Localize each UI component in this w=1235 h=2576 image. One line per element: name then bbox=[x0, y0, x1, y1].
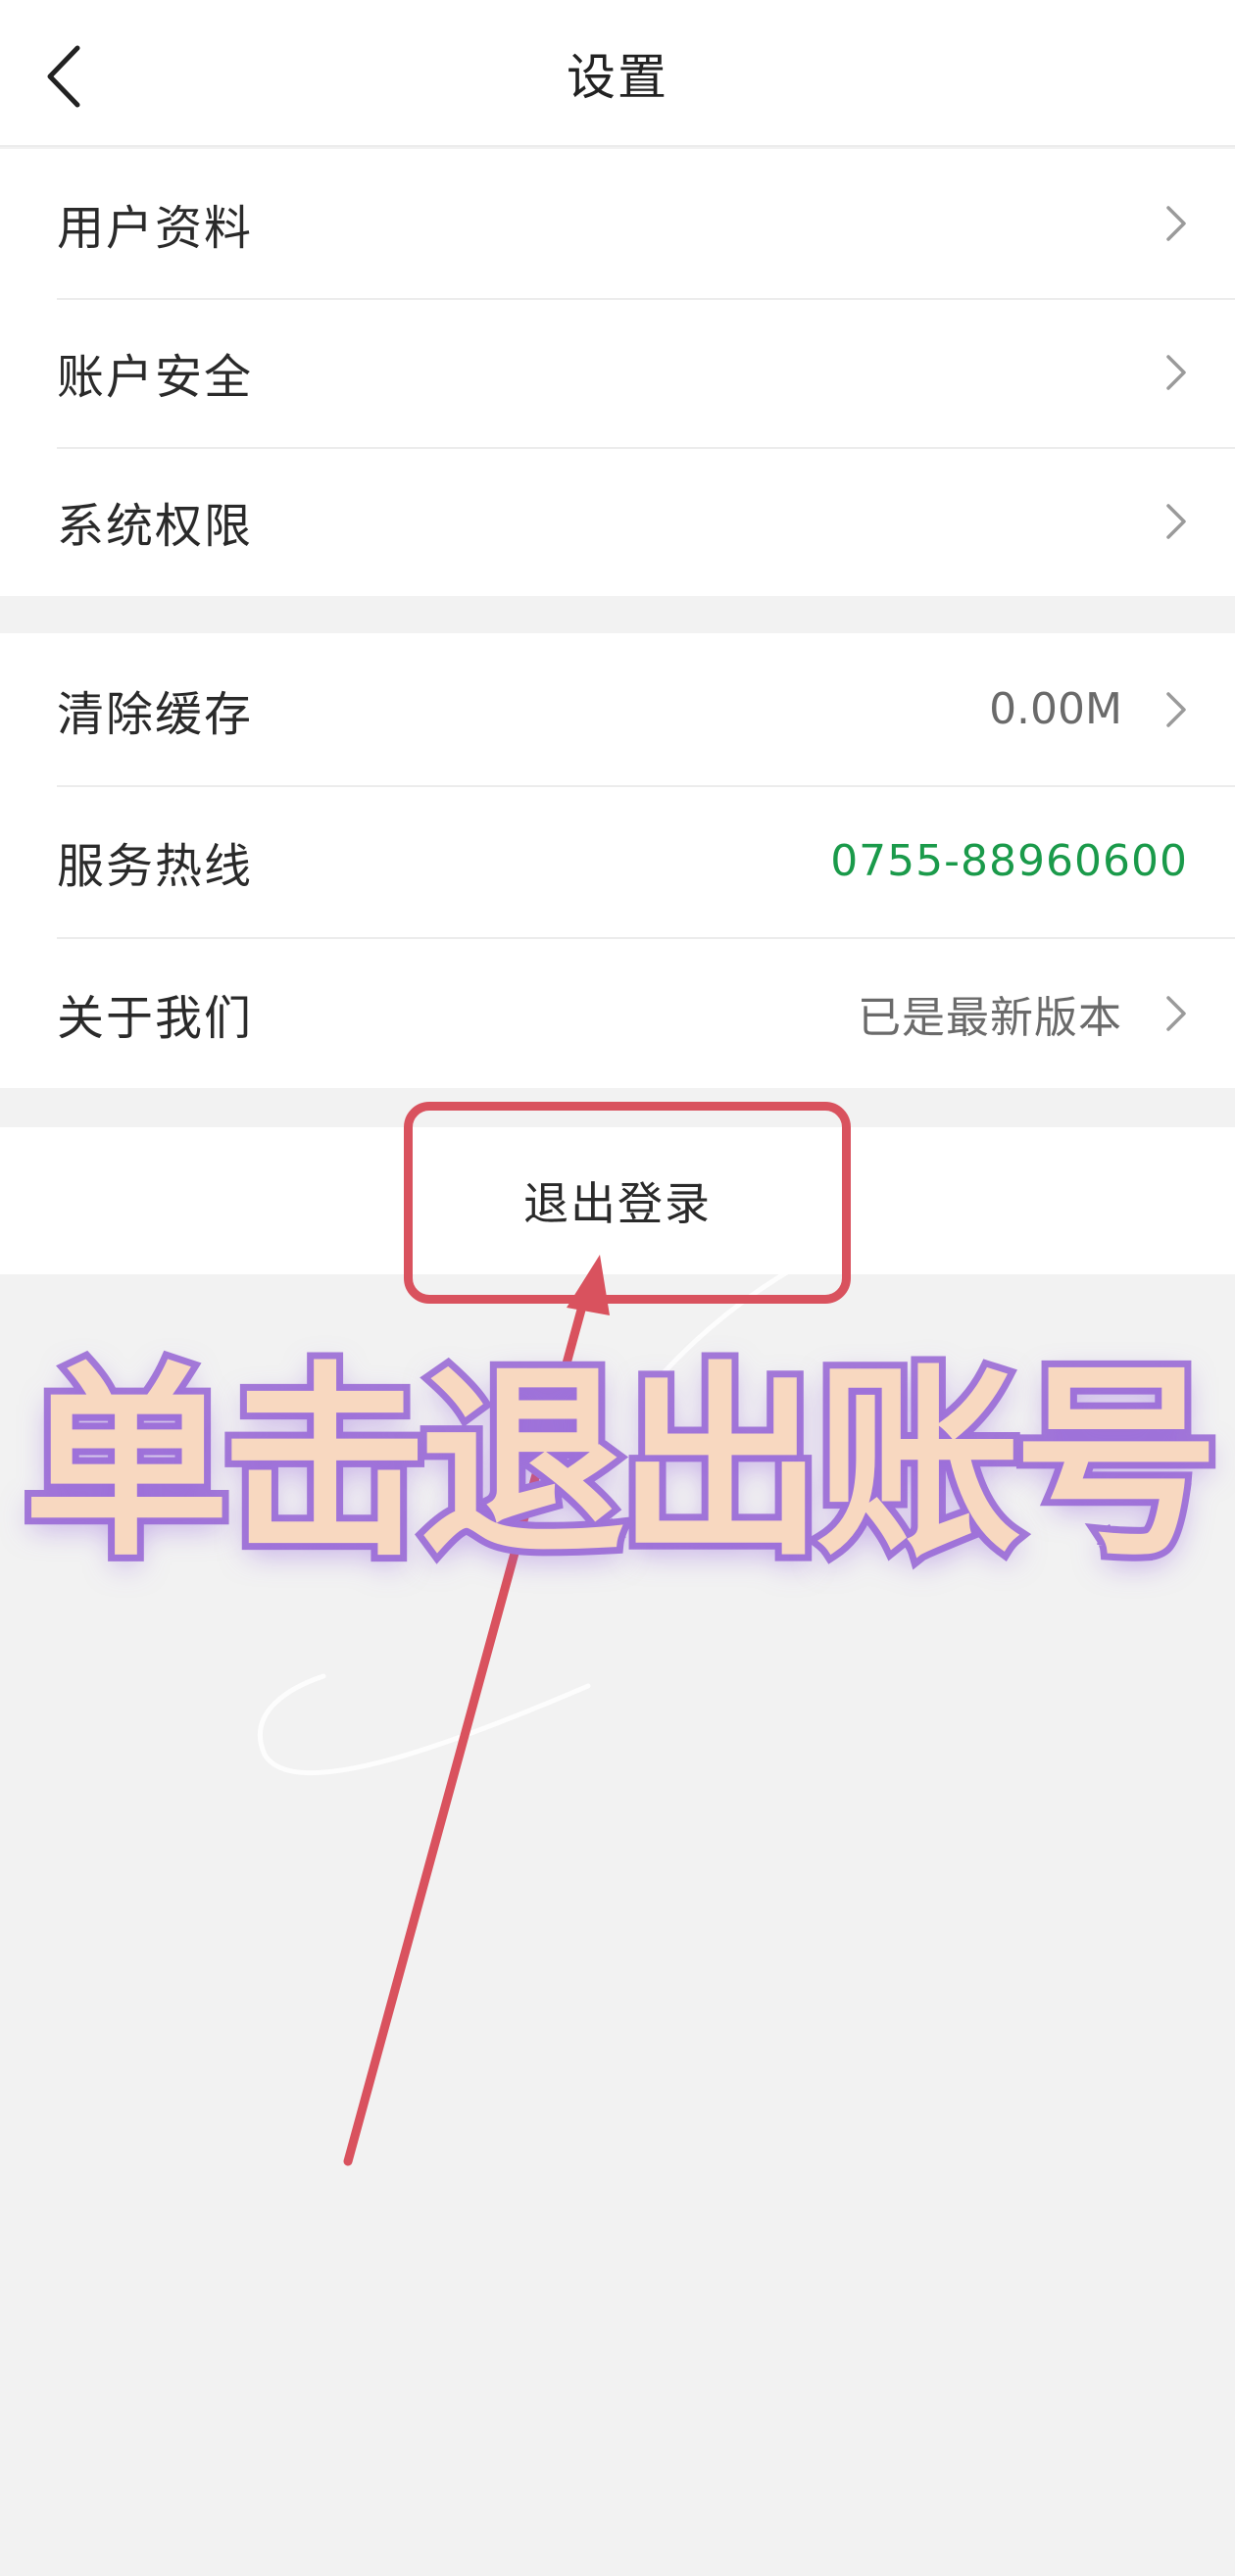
page-title: 设置 bbox=[567, 49, 668, 106]
chevron-right-icon bbox=[1161, 992, 1191, 1035]
top-bar: 设置 bbox=[0, 0, 1235, 147]
chevron-right-icon bbox=[1161, 351, 1191, 394]
version-status-value: 已是最新版本 bbox=[858, 992, 1122, 1043]
settings-row-service-hotline[interactable]: 服务热线 0755-88960600 bbox=[0, 785, 1235, 937]
chevron-right-icon bbox=[1161, 500, 1191, 543]
logout-button[interactable]: 退出登录 bbox=[0, 1127, 1235, 1274]
row-label: 清除缓存 bbox=[57, 686, 254, 742]
settings-page: 设置 用户资料 账户安全 系统权限 清除缓存 0.00M 服务热线 0755-8… bbox=[0, 0, 1235, 2576]
row-label: 关于我们 bbox=[57, 990, 254, 1046]
chevron-right-icon bbox=[1161, 688, 1191, 731]
row-label: 系统权限 bbox=[57, 499, 254, 554]
cache-size-value: 0.00M bbox=[989, 684, 1122, 734]
row-label: 用户资料 bbox=[57, 201, 254, 256]
row-label: 账户安全 bbox=[57, 350, 254, 405]
settings-row-clear-cache[interactable]: 清除缓存 0.00M bbox=[0, 633, 1235, 785]
settings-row-about-us[interactable]: 关于我们 已是最新版本 bbox=[0, 937, 1235, 1089]
settings-row-account-security[interactable]: 账户安全 bbox=[0, 298, 1235, 447]
app-settings-group: 清除缓存 0.00M 服务热线 0755-88960600 关于我们 已是最新版… bbox=[0, 633, 1235, 1088]
logout-label: 退出登录 bbox=[523, 1177, 712, 1230]
tutorial-caption: 单击退出账号 bbox=[17, 1337, 1226, 1591]
chevron-right-icon bbox=[1161, 202, 1191, 245]
hotline-number-link[interactable]: 0755-88960600 bbox=[830, 836, 1188, 886]
pointer-arrow-line bbox=[343, 1287, 591, 2166]
row-label: 服务热线 bbox=[57, 838, 254, 894]
settings-row-profile[interactable]: 用户资料 bbox=[0, 149, 1235, 298]
settings-row-system-permissions[interactable]: 系统权限 bbox=[0, 447, 1235, 596]
account-settings-group: 用户资料 账户安全 系统权限 bbox=[0, 149, 1235, 596]
sparkle-swirl-decoration bbox=[257, 1203, 963, 1776]
